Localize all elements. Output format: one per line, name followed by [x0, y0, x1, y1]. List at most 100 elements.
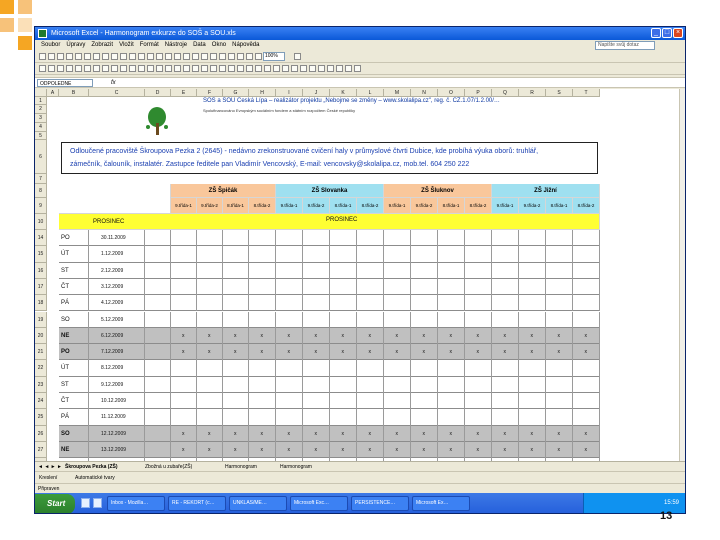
column-header[interactable]: I [276, 89, 303, 97]
grid-cell[interactable] [465, 393, 492, 410]
grid-cell[interactable] [438, 376, 465, 393]
grid-cell[interactable] [330, 360, 357, 377]
grid-cell[interactable] [546, 230, 573, 247]
row-header[interactable]: 24 [35, 393, 47, 410]
grid-cell[interactable] [573, 409, 600, 426]
grid-cell[interactable] [411, 393, 438, 410]
toolbar-button[interactable] [192, 65, 199, 72]
grid-cell[interactable] [384, 295, 411, 312]
grid-cell[interactable] [573, 295, 600, 312]
grid-cell[interactable] [465, 262, 492, 279]
row-header[interactable]: 3 [35, 114, 47, 123]
toolbar-button[interactable] [219, 53, 226, 60]
grid-cell[interactable] [171, 311, 197, 328]
grid-cell[interactable] [411, 295, 438, 312]
grid-cell[interactable] [276, 376, 303, 393]
toolbar-button[interactable] [129, 65, 136, 72]
grid-cell[interactable] [357, 295, 384, 312]
toolbar-button[interactable] [66, 65, 73, 72]
grid-cell[interactable] [438, 230, 465, 247]
fx-icon[interactable]: fx [111, 78, 116, 88]
toolbar-button[interactable] [273, 65, 280, 72]
grid-cell[interactable] [276, 262, 303, 279]
column-header[interactable]: D [145, 89, 171, 97]
toolbar-button[interactable] [75, 53, 82, 60]
row-header[interactable]: 20 [35, 327, 47, 345]
grid-cell[interactable] [145, 344, 171, 361]
grid-cell[interactable] [197, 393, 223, 410]
toolbar-button[interactable] [165, 53, 172, 60]
grid-cell[interactable] [197, 278, 223, 296]
grid-cell[interactable] [546, 278, 573, 296]
grid-cell[interactable] [197, 295, 223, 312]
toolbar-button[interactable] [93, 65, 100, 72]
column-header[interactable]: L [357, 89, 384, 97]
toolbar-button[interactable] [192, 53, 199, 60]
toolbar-button[interactable] [327, 65, 334, 72]
toolbar-button[interactable] [336, 65, 343, 72]
help-search-input[interactable]: Napište svůj dotaz [595, 41, 655, 50]
toolbar-button[interactable] [264, 65, 271, 72]
toolbar-button[interactable] [183, 53, 190, 60]
grid-cell[interactable] [145, 295, 171, 312]
column-header[interactable]: T [573, 89, 600, 97]
grid-cell[interactable] [249, 246, 276, 263]
column-header[interactable]: C [89, 89, 145, 97]
grid-cell[interactable] [384, 230, 411, 247]
grid-cell[interactable] [438, 409, 465, 426]
row-header[interactable]: 8 [35, 184, 47, 198]
grid-cell[interactable] [145, 441, 171, 459]
grid-cell[interactable] [357, 393, 384, 410]
column-header[interactable]: K [330, 89, 357, 97]
minimize-button[interactable]: _ [651, 28, 661, 38]
toolbar-button[interactable] [210, 65, 217, 72]
select-all-corner[interactable] [35, 89, 47, 97]
grid-cell[interactable] [465, 230, 492, 247]
toolbar-button[interactable] [228, 53, 235, 60]
quick-launch-icon[interactable] [93, 498, 102, 508]
grid-cell[interactable] [145, 262, 171, 279]
grid-cell[interactable] [411, 262, 438, 279]
grid-cell[interactable] [303, 278, 330, 296]
row-header[interactable]: 10 [35, 214, 47, 230]
grid-cell[interactable] [492, 393, 519, 410]
grid-cell[interactable] [465, 311, 492, 328]
toolbar-button[interactable] [174, 53, 181, 60]
grid-cell[interactable] [546, 262, 573, 279]
grid-cell[interactable] [546, 246, 573, 263]
grid-cell[interactable] [411, 278, 438, 296]
grid-cell[interactable] [223, 278, 249, 296]
row-header[interactable]: 5 [35, 132, 47, 140]
taskbar-item[interactable]: UNKLAS/ME… [229, 496, 287, 511]
grid-cell[interactable] [384, 278, 411, 296]
grid-cell[interactable] [411, 230, 438, 247]
row-header[interactable]: 16 [35, 262, 47, 279]
grid-cell[interactable] [223, 311, 249, 328]
row-header[interactable]: 17 [35, 278, 47, 296]
grid-cell[interactable] [197, 376, 223, 393]
grid-cell[interactable] [330, 246, 357, 263]
grid-cell[interactable] [171, 278, 197, 296]
grid-cell[interactable] [330, 311, 357, 328]
toolbar-button[interactable] [345, 65, 352, 72]
toolbar-button[interactable] [210, 53, 217, 60]
row-header[interactable]: 27 [35, 441, 47, 459]
grid-cell[interactable] [438, 295, 465, 312]
grid-cell[interactable] [223, 376, 249, 393]
vertical-scrollbar[interactable] [679, 89, 685, 461]
grid-cell[interactable] [249, 360, 276, 377]
grid-cell[interactable] [330, 230, 357, 247]
row-header[interactable]: 6 [35, 140, 47, 174]
taskbar-item[interactable]: PERSISTENCE… [351, 496, 409, 511]
column-header[interactable]: B [59, 89, 89, 97]
grid-cell[interactable] [411, 311, 438, 328]
toolbar-button[interactable] [138, 65, 145, 72]
toolbar-button[interactable] [48, 53, 55, 60]
grid-cell[interactable] [330, 295, 357, 312]
grid-cell[interactable] [438, 360, 465, 377]
grid-cell[interactable] [519, 230, 546, 247]
grid-cell[interactable] [171, 295, 197, 312]
grid-cell[interactable] [249, 278, 276, 296]
toolbar-button[interactable] [165, 65, 172, 72]
grid-cell[interactable] [330, 409, 357, 426]
